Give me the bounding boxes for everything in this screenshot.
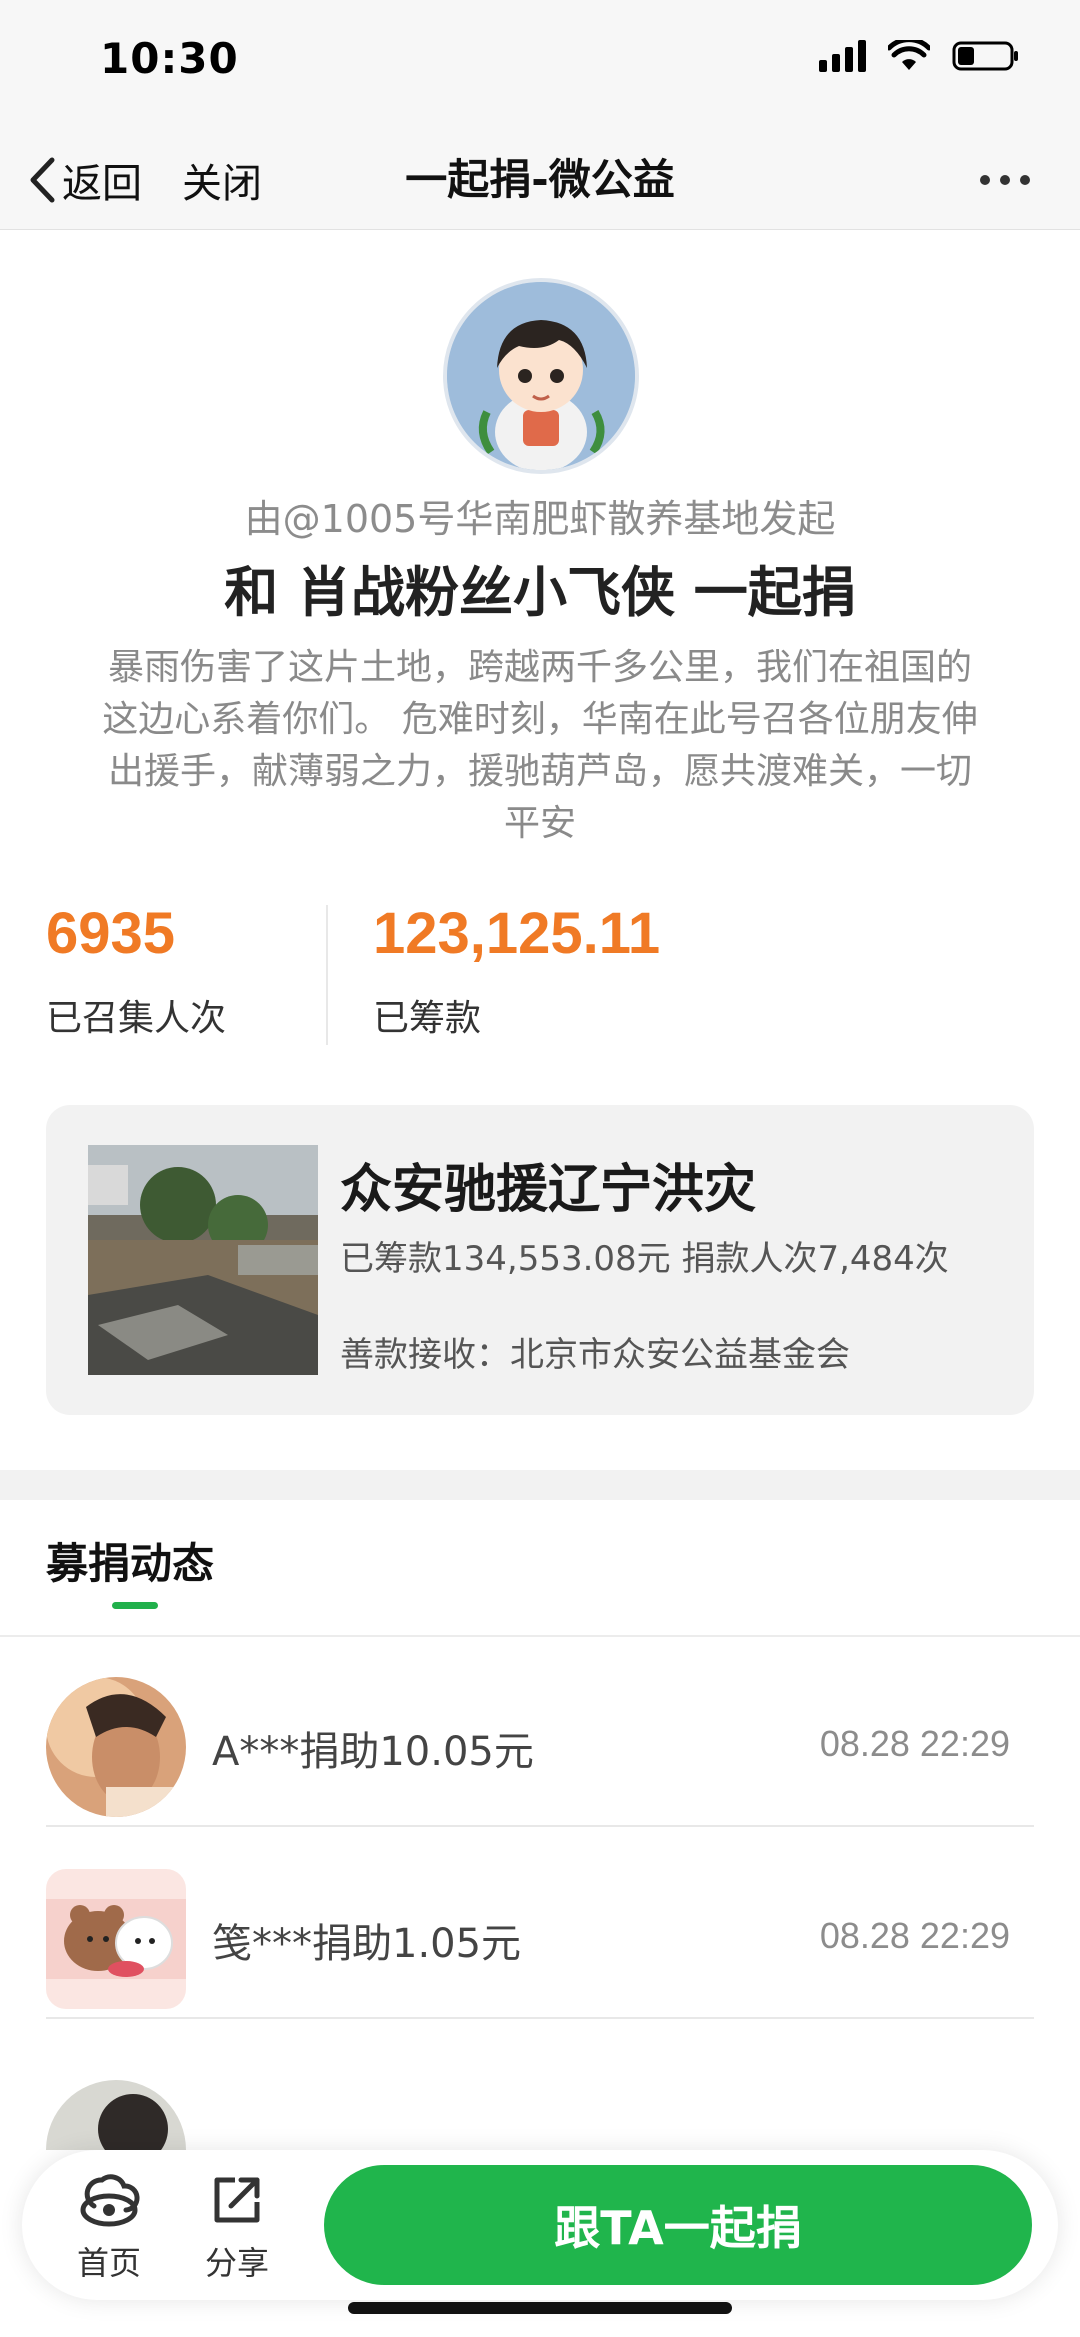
more-dot-icon xyxy=(1020,175,1030,185)
tab-activity[interactable]: 募捐动态 xyxy=(46,1530,214,1591)
project-meta: 已筹款134,553.08元 捐款人次7,484次 xyxy=(340,1239,949,1279)
avatar xyxy=(46,1869,186,2009)
donation-text: A***捐助10.05元 xyxy=(212,1729,534,1775)
list-item[interactable]: 笺***捐助1.05元 08.28 22:29 xyxy=(46,1829,1034,2019)
chevron-left-icon xyxy=(30,157,55,203)
home-label: 首页 xyxy=(76,2244,141,2282)
raised-label: 已筹款 xyxy=(373,998,482,1039)
section-divider xyxy=(0,1470,1080,1500)
back-label: 返回 xyxy=(62,161,142,207)
project-recipient: 善款接收：北京市众安公益基金会 xyxy=(340,1335,850,1375)
cellular-signal-icon xyxy=(819,40,866,72)
close-button[interactable]: 关闭 xyxy=(182,150,262,210)
project-card[interactable]: 众安驰援辽宁洪灾 已筹款134,553.08元 捐款人次7,484次 善款接收：… xyxy=(46,1105,1034,1415)
wifi-icon xyxy=(888,40,930,70)
share-icon xyxy=(214,2177,260,2223)
flood-photo-image xyxy=(88,1145,318,1375)
campaign-headline: 和 肖战粉丝小飞侠 一起捐 xyxy=(224,561,856,624)
raised-stat: 123,125.11 已筹款 xyxy=(373,900,660,1041)
back-button[interactable]: 返回 xyxy=(28,150,142,210)
project-title: 众安驰援辽宁洪灾 xyxy=(340,1160,757,1220)
donate-together-button[interactable]: 跟TA一起捐 xyxy=(324,2165,1032,2285)
participants-value: 6935 xyxy=(46,901,176,966)
share-button[interactable]: 分享 xyxy=(182,2172,292,2284)
more-dot-icon xyxy=(980,175,990,185)
list-item-partial xyxy=(46,2080,186,2150)
participants-stat: 6935 已召集人次 xyxy=(46,900,226,1041)
donation-time: 08.28 22:29 xyxy=(819,1915,1010,1956)
stat-divider xyxy=(326,905,328,1045)
nav-bar: 返回 关闭 一起捐-微公益 xyxy=(0,130,1080,230)
initiator-avatar[interactable] xyxy=(443,278,639,474)
campaign-description: 暴雨伤害了这片土地，跨越两千多公里，我们在祖国的这边心系着你们。 危难时刻，华南… xyxy=(102,647,978,844)
initiator-text: 由@1005号华南肥虾散养基地发起 xyxy=(244,497,836,541)
home-button[interactable]: 首页 xyxy=(54,2172,164,2284)
status-time: 10:30 xyxy=(100,34,239,83)
battery-icon xyxy=(952,41,1018,71)
avatar xyxy=(46,1677,186,1817)
page-title: 一起捐-微公益 xyxy=(405,155,675,204)
donor-photo-image xyxy=(46,1677,186,1817)
donation-text: 笺***捐助1.05元 xyxy=(212,1921,522,1967)
more-menu-button[interactable] xyxy=(970,150,1040,210)
more-dot-icon xyxy=(1000,175,1010,185)
list-item[interactable]: A***捐助10.05元 08.28 22:29 xyxy=(46,1637,1034,1827)
project-thumbnail xyxy=(88,1145,318,1375)
home-indicator xyxy=(348,2302,732,2314)
active-tab-indicator xyxy=(112,1602,158,1609)
cartoon-avatar-image xyxy=(447,282,635,470)
raised-value: 123,125.11 xyxy=(373,901,661,966)
donation-time: 08.28 22:29 xyxy=(819,1723,1010,1764)
share-label: 分享 xyxy=(204,2244,269,2282)
home-logo-icon xyxy=(80,2174,140,2227)
donor-cartoon-image xyxy=(46,1869,186,2009)
status-bar: 10:30 xyxy=(0,0,1080,130)
status-icons xyxy=(819,40,1020,72)
participants-label: 已召集人次 xyxy=(46,998,227,1039)
avatar xyxy=(46,2080,186,2150)
bottom-action-bar: 首页 分享 跟TA一起捐 xyxy=(22,2150,1058,2300)
